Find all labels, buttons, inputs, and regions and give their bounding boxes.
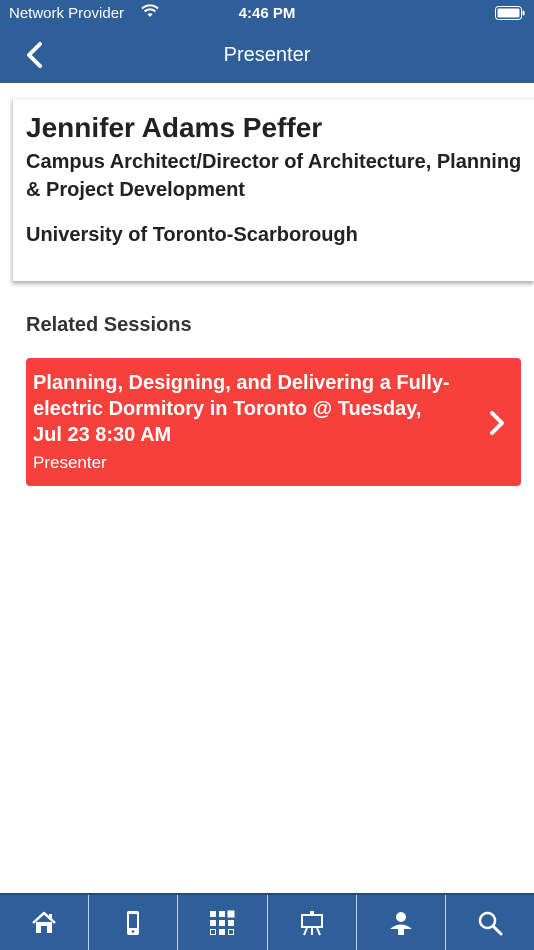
tab-home[interactable]	[0, 895, 88, 950]
tab-search[interactable]	[444, 895, 534, 950]
status-bar: Network Provider 4:46 PM	[0, 0, 534, 28]
presentation-board-icon	[300, 910, 323, 935]
tab-presentations[interactable]	[266, 895, 356, 950]
mobile-device-icon	[127, 910, 140, 935]
related-sessions-heading: Related Sessions	[26, 314, 192, 336]
page-title: Presenter	[223, 44, 311, 66]
nav-bar: Presenter	[0, 28, 534, 83]
search-icon	[478, 911, 503, 935]
presenter-name: Jennifer Adams Peffer	[26, 112, 323, 143]
home-icon	[32, 911, 56, 933]
tab-mobile[interactable]	[88, 895, 177, 950]
app-header: Network Provider 4:46 PM Presenter	[0, 0, 534, 83]
status-time: 4:46 PM	[238, 5, 296, 22]
grid-icon	[210, 910, 235, 935]
tab-speakers[interactable]	[355, 895, 445, 950]
presenter-title: Campus Architect/Director of Architectur…	[26, 151, 522, 201]
session-card[interactable]: Planning, Designing, and Delivering a Fu…	[26, 358, 521, 486]
speaker-icon	[389, 911, 412, 935]
presenter-organization: University of Toronto-Scarborough	[26, 224, 358, 246]
chevron-right-icon	[490, 411, 504, 435]
battery-icon	[495, 6, 525, 20]
session-title: Planning, Designing, and Delivering a Fu…	[33, 372, 450, 446]
tab-grid[interactable]	[177, 895, 266, 950]
tab-bar	[0, 893, 534, 950]
session-role: Presenter	[33, 453, 107, 472]
presenter-card: Jennifer Adams Peffer Campus Architect/D…	[12, 98, 534, 281]
